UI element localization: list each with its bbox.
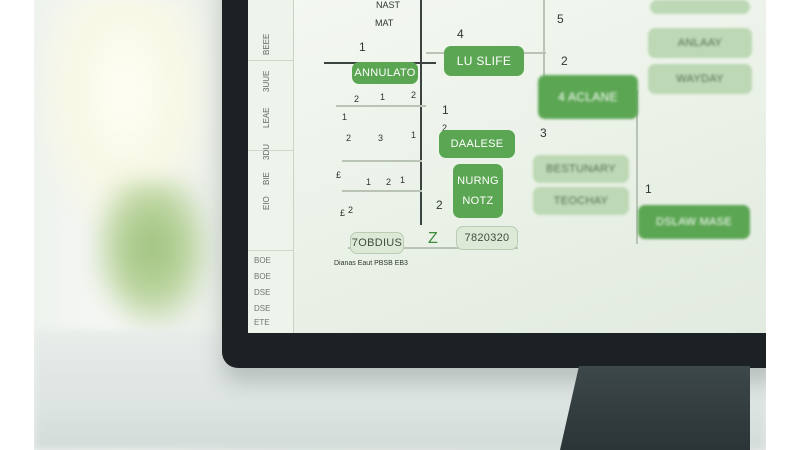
cell-value: 2 (348, 205, 354, 215)
gutter-label: 3UUE (262, 70, 271, 92)
event-chip-4-aclane[interactable]: 4 ACLANE (538, 75, 638, 119)
gutter-cell: DSE (254, 304, 271, 313)
event-chip-label: DAALESE (450, 138, 504, 150)
footer-caption: Dianas Eaut PBSB EB3 (334, 260, 408, 267)
row-number: 4 (457, 27, 464, 41)
gutter-divider (248, 250, 294, 251)
event-chip-lu-slife[interactable]: LU SLIFE (444, 46, 524, 76)
gutter-cell: BOE (254, 256, 271, 265)
cell-value: 2 (411, 90, 417, 100)
stray-mark: £ (340, 208, 346, 218)
event-chip-dslaw-mase[interactable]: DSLAW MASE (638, 205, 750, 239)
gutter-label: BEEE (262, 33, 271, 55)
gutter-label: LEAE (262, 107, 271, 128)
gutter-cell: ETE (254, 318, 270, 327)
left-gutter: BEEE 3UUE LEAE 3DU BIE EIO BOE BOE DSE D… (248, 0, 294, 333)
footer-code-left: 7OBDIUS (350, 232, 404, 254)
cell-value: 2 (386, 177, 392, 187)
frame-margin-right (766, 0, 800, 450)
cell-value: 3 (378, 133, 384, 143)
row-number: 3 (540, 126, 547, 140)
event-chip-label: NOTZ (462, 195, 494, 207)
gutter-divider (248, 60, 294, 61)
photo-scene: BEEE 3UUE LEAE 3DU BIE EIO BOE BOE DSE D… (0, 0, 800, 450)
gutter-label: EIO (262, 196, 271, 210)
row-number: 1 (645, 182, 652, 196)
event-chip-nurng-notz[interactable]: NURNG NOTZ (453, 164, 503, 218)
event-chip-wayday[interactable]: WAYDAY (648, 64, 752, 94)
row-number: 2 (561, 54, 568, 68)
event-chip-anlaay[interactable]: ANLAAY (648, 28, 752, 58)
row-number: 1 (442, 103, 449, 117)
cell-value: 1 (342, 112, 348, 122)
gutter-divider (248, 150, 294, 151)
column-header: 5 (557, 12, 564, 26)
event-chip-teochay[interactable]: TEOCHAY (533, 187, 629, 215)
gutter-cell: BOE (254, 272, 271, 281)
gutter-label: 3DU (262, 143, 271, 160)
event-chip-label: NURNG (457, 175, 499, 187)
grid-divider (342, 160, 422, 162)
cell-value: 2 (354, 94, 360, 104)
frame-margin-left (0, 0, 34, 450)
event-chip-daalese[interactable]: DAALESE (439, 130, 515, 158)
event-chip-top-right[interactable] (650, 0, 750, 14)
event-chip-annulato[interactable]: ANNULATO (352, 62, 418, 84)
cell-value: 1 (411, 130, 417, 140)
grid-divider (342, 190, 422, 192)
cell-value: 1 (366, 177, 372, 187)
background-plant (92, 180, 212, 330)
footer-code-right: 7820320 (456, 226, 518, 250)
monitor-stand (560, 366, 750, 450)
row-number: 1 (359, 40, 366, 54)
event-chip-bestunary[interactable]: BESTUNARY (533, 155, 629, 183)
grid-divider (336, 105, 426, 107)
gutter-label: BIE (262, 172, 271, 185)
stray-mark: £ (336, 170, 342, 180)
cell-value: 1 (400, 175, 406, 185)
gutter-cell: DSE (254, 288, 271, 297)
column-header: NAST (376, 0, 401, 10)
row-number: 2 (436, 198, 443, 212)
column-header: MAT (375, 18, 394, 28)
cell-value: 2 (346, 133, 352, 143)
calendar-screen: BEEE 3UUE LEAE 3DU BIE EIO BOE BOE DSE D… (248, 0, 766, 333)
cell-value: 1 (380, 92, 386, 102)
footer-code-mid: Z (428, 230, 438, 247)
grid-divider (543, 0, 545, 76)
